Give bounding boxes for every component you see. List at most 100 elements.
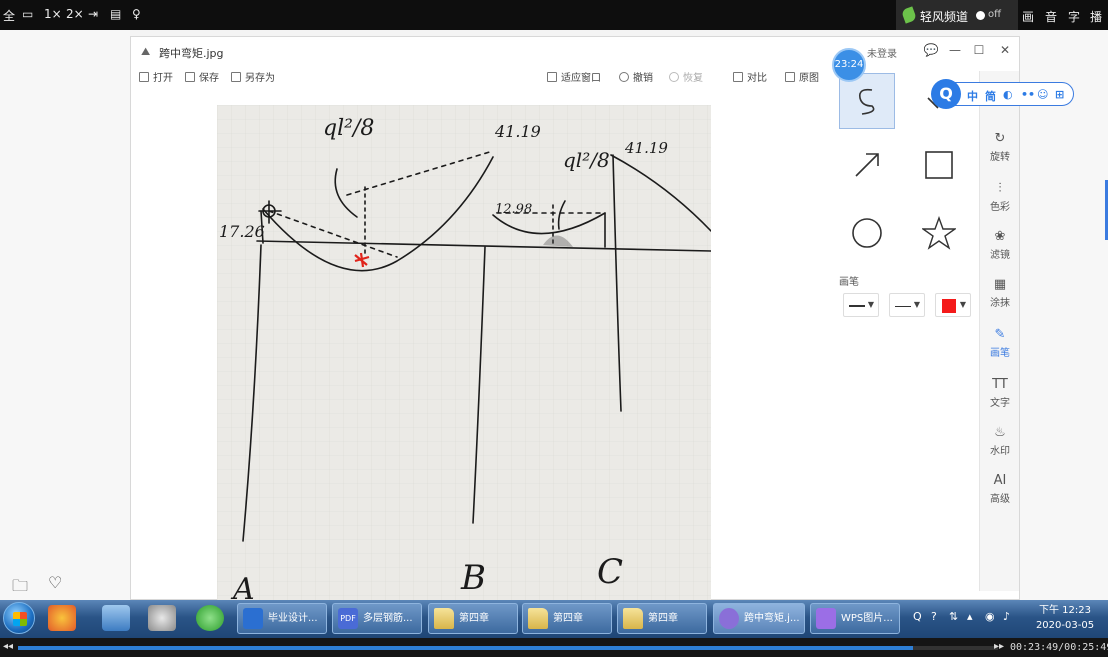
explorer-icon[interactable] [102,605,130,631]
qq-icon[interactable]: Q [913,610,922,623]
ime-simplified[interactable]: 简 [985,88,996,104]
app-launcher-icon[interactable] [48,605,76,631]
pen-label: 画笔 [839,277,859,288]
task-folder-1[interactable]: 第四章 [428,603,518,634]
fit-window-button[interactable]: 适应窗口 [547,69,601,84]
sidebar-rotate-label: 旋转 [990,152,1010,163]
speed-1x-button[interactable]: 1× [44,7,62,21]
original-button[interactable]: 原图 [785,69,819,84]
sidebar-item-rotate[interactable]: ↻ 旋转 [980,131,1020,163]
sidebar-item-filter[interactable]: ❀ 滤镜 [980,229,1020,261]
ime-chinese[interactable]: 中 [967,88,978,104]
support-a-label: A [230,572,255,601]
arrow-tool-button[interactable] [839,137,895,193]
task-folder-3[interactable]: 第四章 [617,603,707,634]
floating-timer[interactable]: 23:24 [832,48,866,82]
minimize-button[interactable]: — [947,43,963,57]
sidebar-item-color[interactable]: ⫶ 色彩 [980,181,1020,213]
ime-emoji-icon[interactable]: ☺ [1037,88,1048,101]
star-tool-button[interactable] [911,205,967,261]
sidebar-item-advanced[interactable]: AI 高级 [980,473,1020,505]
original-icon [785,72,795,82]
sliders-icon: ⫶ [998,181,1002,196]
network-icon[interactable]: ⇅ [949,610,958,623]
task-label: WPS图片... [841,613,893,624]
help-icon[interactable]: ? [931,610,937,623]
window-icon[interactable]: ▭ [22,7,33,21]
sidebar-advanced-label: 高级 [990,494,1010,505]
brush-icon: ✎ [994,327,1006,342]
line-style-dropdown[interactable]: ▼ [889,293,925,317]
save-icon [185,72,195,82]
line-width-dropdown[interactable]: ▼ [843,293,879,317]
seek-bar[interactable] [18,646,998,650]
brand-channel[interactable]: 轻风频道 off [896,0,1018,30]
rotate-icon: ↻ [994,131,1006,146]
ime-logo[interactable]: Q [931,79,961,109]
ime-grid-icon[interactable]: ⊞ [1055,88,1064,101]
picture-button[interactable]: 画 [1022,8,1034,25]
redo-button[interactable]: 恢复 [669,69,703,84]
task-thesis[interactable]: 毕业设计... [237,603,327,634]
subtitle-button[interactable]: 字 [1068,8,1080,25]
rectangle-tool-button[interactable] [911,137,967,193]
task-folder-2[interactable]: 第四章 [522,603,612,634]
start-button[interactable] [3,602,35,634]
task-pdf[interactable]: PDF 多层钢筋... [332,603,422,634]
fast-forward-icon[interactable]: ▸▸ [994,641,1004,652]
audio-button[interactable]: 音 [1045,8,1057,25]
sidebar-item-text[interactable]: TT 文字 [980,377,1020,409]
folder-icon [528,608,548,629]
brand-label: 轻风频道 [920,10,969,24]
sidebar-item-pen[interactable]: ✎ 画笔 [980,327,1020,359]
color-dropdown[interactable]: ▼ [935,293,971,317]
heart-icon[interactable]: ♡ [48,573,62,592]
undo-button[interactable]: 撤销 [619,69,653,84]
fullscreen-button[interactable]: 全 [3,7,15,24]
task-wps-image[interactable]: WPS图片... [810,603,900,634]
bulb-icon[interactable]: ♀ [132,7,141,21]
toggle-state: off [988,9,1002,20]
save-as-button[interactable]: 另存为 [231,69,275,84]
system-tray: Q ? ⇅ ▴ ◉ ♪ 下午 12:23 2020-03-05 [905,600,1108,638]
sidebar-item-smear[interactable]: ▦ 涂抹 [980,277,1020,309]
star-icon [922,216,956,250]
save-button[interactable]: 保存 [185,69,219,84]
ellipse-tool-button[interactable] [839,205,895,261]
feedback-icon[interactable]: 💬 [923,43,939,57]
speed-2x-button[interactable]: 2× [66,7,84,21]
open-button[interactable]: 打开 [139,69,173,84]
maximize-button[interactable]: ☐ [971,43,987,57]
compare-button[interactable]: 对比 [733,69,767,84]
formula-right: ql²/8 [563,148,610,172]
sidebar-pen-label: 画笔 [990,348,1010,359]
title-bar: ⛰ 跨中弯矩.jpg 未登录 💬 — ☐ ✕ [131,37,1019,65]
login-link[interactable]: 未登录 [867,45,897,60]
folder-icon[interactable]: 🗀 [12,575,28,602]
play-button[interactable]: 播 [1090,8,1102,25]
formula-left: ql²/8 [323,116,374,141]
desktop-right [1020,30,1108,600]
task-image-viewer[interactable]: 跨中弯矩.j... [713,603,805,634]
ime-toolbar[interactable]: Q 中 简 ◐ •• ☺ ⊞ [931,79,1074,109]
sidebar-smear-label: 涂抹 [990,298,1010,309]
ime-halfwidth-icon[interactable]: ◐ [1003,88,1013,101]
refresh-app-icon[interactable] [196,605,224,631]
ime-punct-icon[interactable]: •• [1021,88,1035,101]
toggle-knob[interactable] [976,11,985,20]
rewind-icon[interactable]: ◂◂ [3,641,13,652]
camera-icon[interactable] [148,605,176,631]
screen-icon[interactable]: ▤ [110,7,121,21]
forward-icon[interactable]: ⇥ [88,7,98,21]
sidebar-item-watermark[interactable]: ♨ 水印 [980,425,1020,457]
close-button[interactable]: ✕ [997,43,1013,57]
system-clock[interactable]: 下午 12:23 2020-03-05 [1025,603,1105,633]
task-label: 第四章 [459,613,489,624]
security-icon[interactable]: ◉ [985,610,995,623]
clock-time: 下午 12:23 [1039,605,1091,616]
open-label: 打开 [153,73,173,84]
photo-canvas[interactable]: ql²/8 ql²/8 17.26 41.19 41.19 12.98 A B … [217,105,711,601]
photo-app-icon [719,608,739,629]
tray-expand-icon[interactable]: ▴ [967,610,973,623]
volume-icon[interactable]: ♪ [1003,610,1010,623]
